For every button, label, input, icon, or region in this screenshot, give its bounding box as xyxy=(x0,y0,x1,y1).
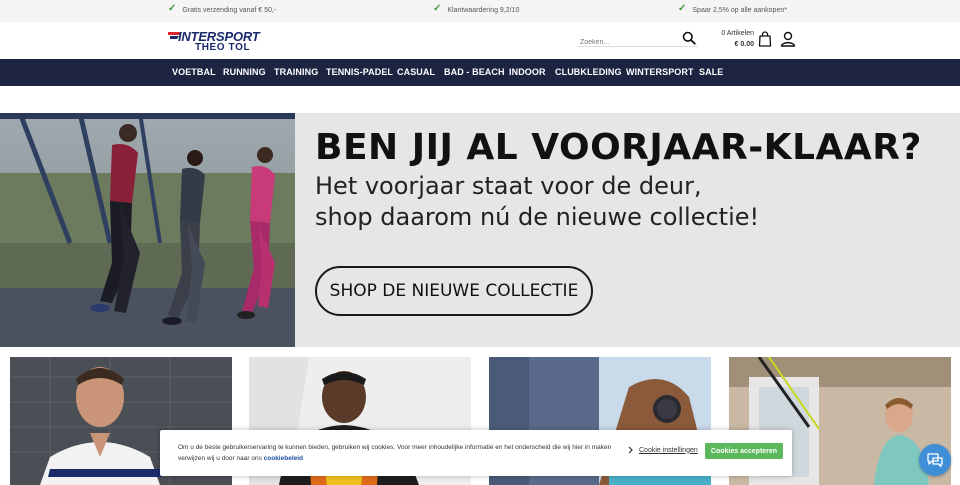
usp-text: Spaar 2,5% op alle aankopen* xyxy=(692,6,787,14)
hero-runners-photo xyxy=(0,113,295,347)
nav-item-casual[interactable]: CASUAL xyxy=(397,67,435,77)
nav-item-wintersport[interactable]: WINTERSPORT xyxy=(626,67,694,77)
shopping-bag-icon[interactable] xyxy=(758,31,772,47)
user-icon[interactable] xyxy=(780,31,796,47)
cookie-settings-link[interactable]: Cookie instellingen xyxy=(628,446,698,454)
nav-item-sale[interactable]: SALE xyxy=(699,67,723,77)
nav-item-tennis-padel[interactable]: TENNIS-PADEL xyxy=(326,67,393,77)
chat-icon xyxy=(927,453,943,468)
nav-item-indoor[interactable]: INDOOR xyxy=(509,67,546,77)
hero-banner[interactable]: BEN JIJ AL VOORJAAR-KLAAR? Het voorjaar … xyxy=(0,113,960,347)
cookie-message: Om u de beste gebruikerservaring te kunn… xyxy=(178,442,618,464)
check-icon: ✓ xyxy=(678,3,687,14)
cookie-message-text: Om u de beste gebruikerservaring te kunn… xyxy=(178,444,612,462)
cookie-banner: Om u de beste gebruikerservaring te kunn… xyxy=(160,430,792,476)
hero-subtitle-line-1: Het voorjaar staat voor de deur, xyxy=(315,172,702,200)
main-navigation: VOETBAL RUNNING TRAINING TENNIS-PADEL CA… xyxy=(0,59,960,86)
chat-button[interactable] xyxy=(919,444,951,476)
usp-item-savings: ✓ Spaar 2,5% op alle aankopen* xyxy=(678,3,787,14)
hero-subtitle: Het voorjaar staat voor de deur, shop da… xyxy=(315,171,759,233)
chevron-right-icon xyxy=(628,446,633,454)
logo-store-name: THEO TOL xyxy=(195,42,251,53)
hero-title: BEN JIJ AL VOORJAAR-KLAAR? xyxy=(315,127,922,168)
cart-summary[interactable]: 0 Artikelen € 0.00 xyxy=(712,28,754,50)
site-header: INTERSPORT THEO TOL 0 Artikelen € 0.00 xyxy=(0,22,960,59)
search-bar xyxy=(578,31,698,50)
search-icon[interactable] xyxy=(682,31,696,45)
usp-text: Klantwaardering 9,2/10 xyxy=(447,6,520,14)
search-input[interactable] xyxy=(578,35,678,50)
check-icon: ✓ xyxy=(168,3,177,14)
shop-new-collection-button[interactable]: SHOP DE NIEUWE COLLECTIE xyxy=(315,266,593,316)
nav-item-training[interactable]: TRAINING xyxy=(274,67,318,77)
nav-item-voetbal[interactable]: VOETBAL xyxy=(172,67,216,77)
intersport-logo[interactable]: INTERSPORT THEO TOL xyxy=(168,29,278,55)
cart-amount: € 0.00 xyxy=(734,41,754,48)
nav-item-running[interactable]: RUNNING xyxy=(223,67,266,77)
cookie-policy-link[interactable]: cookiebeleid xyxy=(264,455,303,462)
check-icon: ✓ xyxy=(433,3,442,14)
nav-item-bad-beach[interactable]: BAD - BEACH xyxy=(444,67,505,77)
hero-subtitle-line-2: shop daarom nú de nieuwe collectie! xyxy=(315,203,760,231)
usp-text: Gratis verzending vanaf € 50,- xyxy=(182,6,277,14)
accept-cookies-button[interactable]: Cookies accepteren xyxy=(705,443,783,459)
usp-item-rating: ✓ Klantwaardering 9,2/10 xyxy=(433,3,520,14)
usp-bar: ✓ Gratis verzending vanaf € 50,- ✓ Klant… xyxy=(0,0,960,22)
nav-item-clubkleding[interactable]: CLUBKLEDING xyxy=(555,67,622,77)
spacer xyxy=(0,86,960,113)
cart-item-count: 0 Artikelen xyxy=(721,30,754,37)
cookie-settings-label: Cookie instellingen xyxy=(639,446,698,454)
usp-item-shipping: ✓ Gratis verzending vanaf € 50,- xyxy=(168,3,277,14)
